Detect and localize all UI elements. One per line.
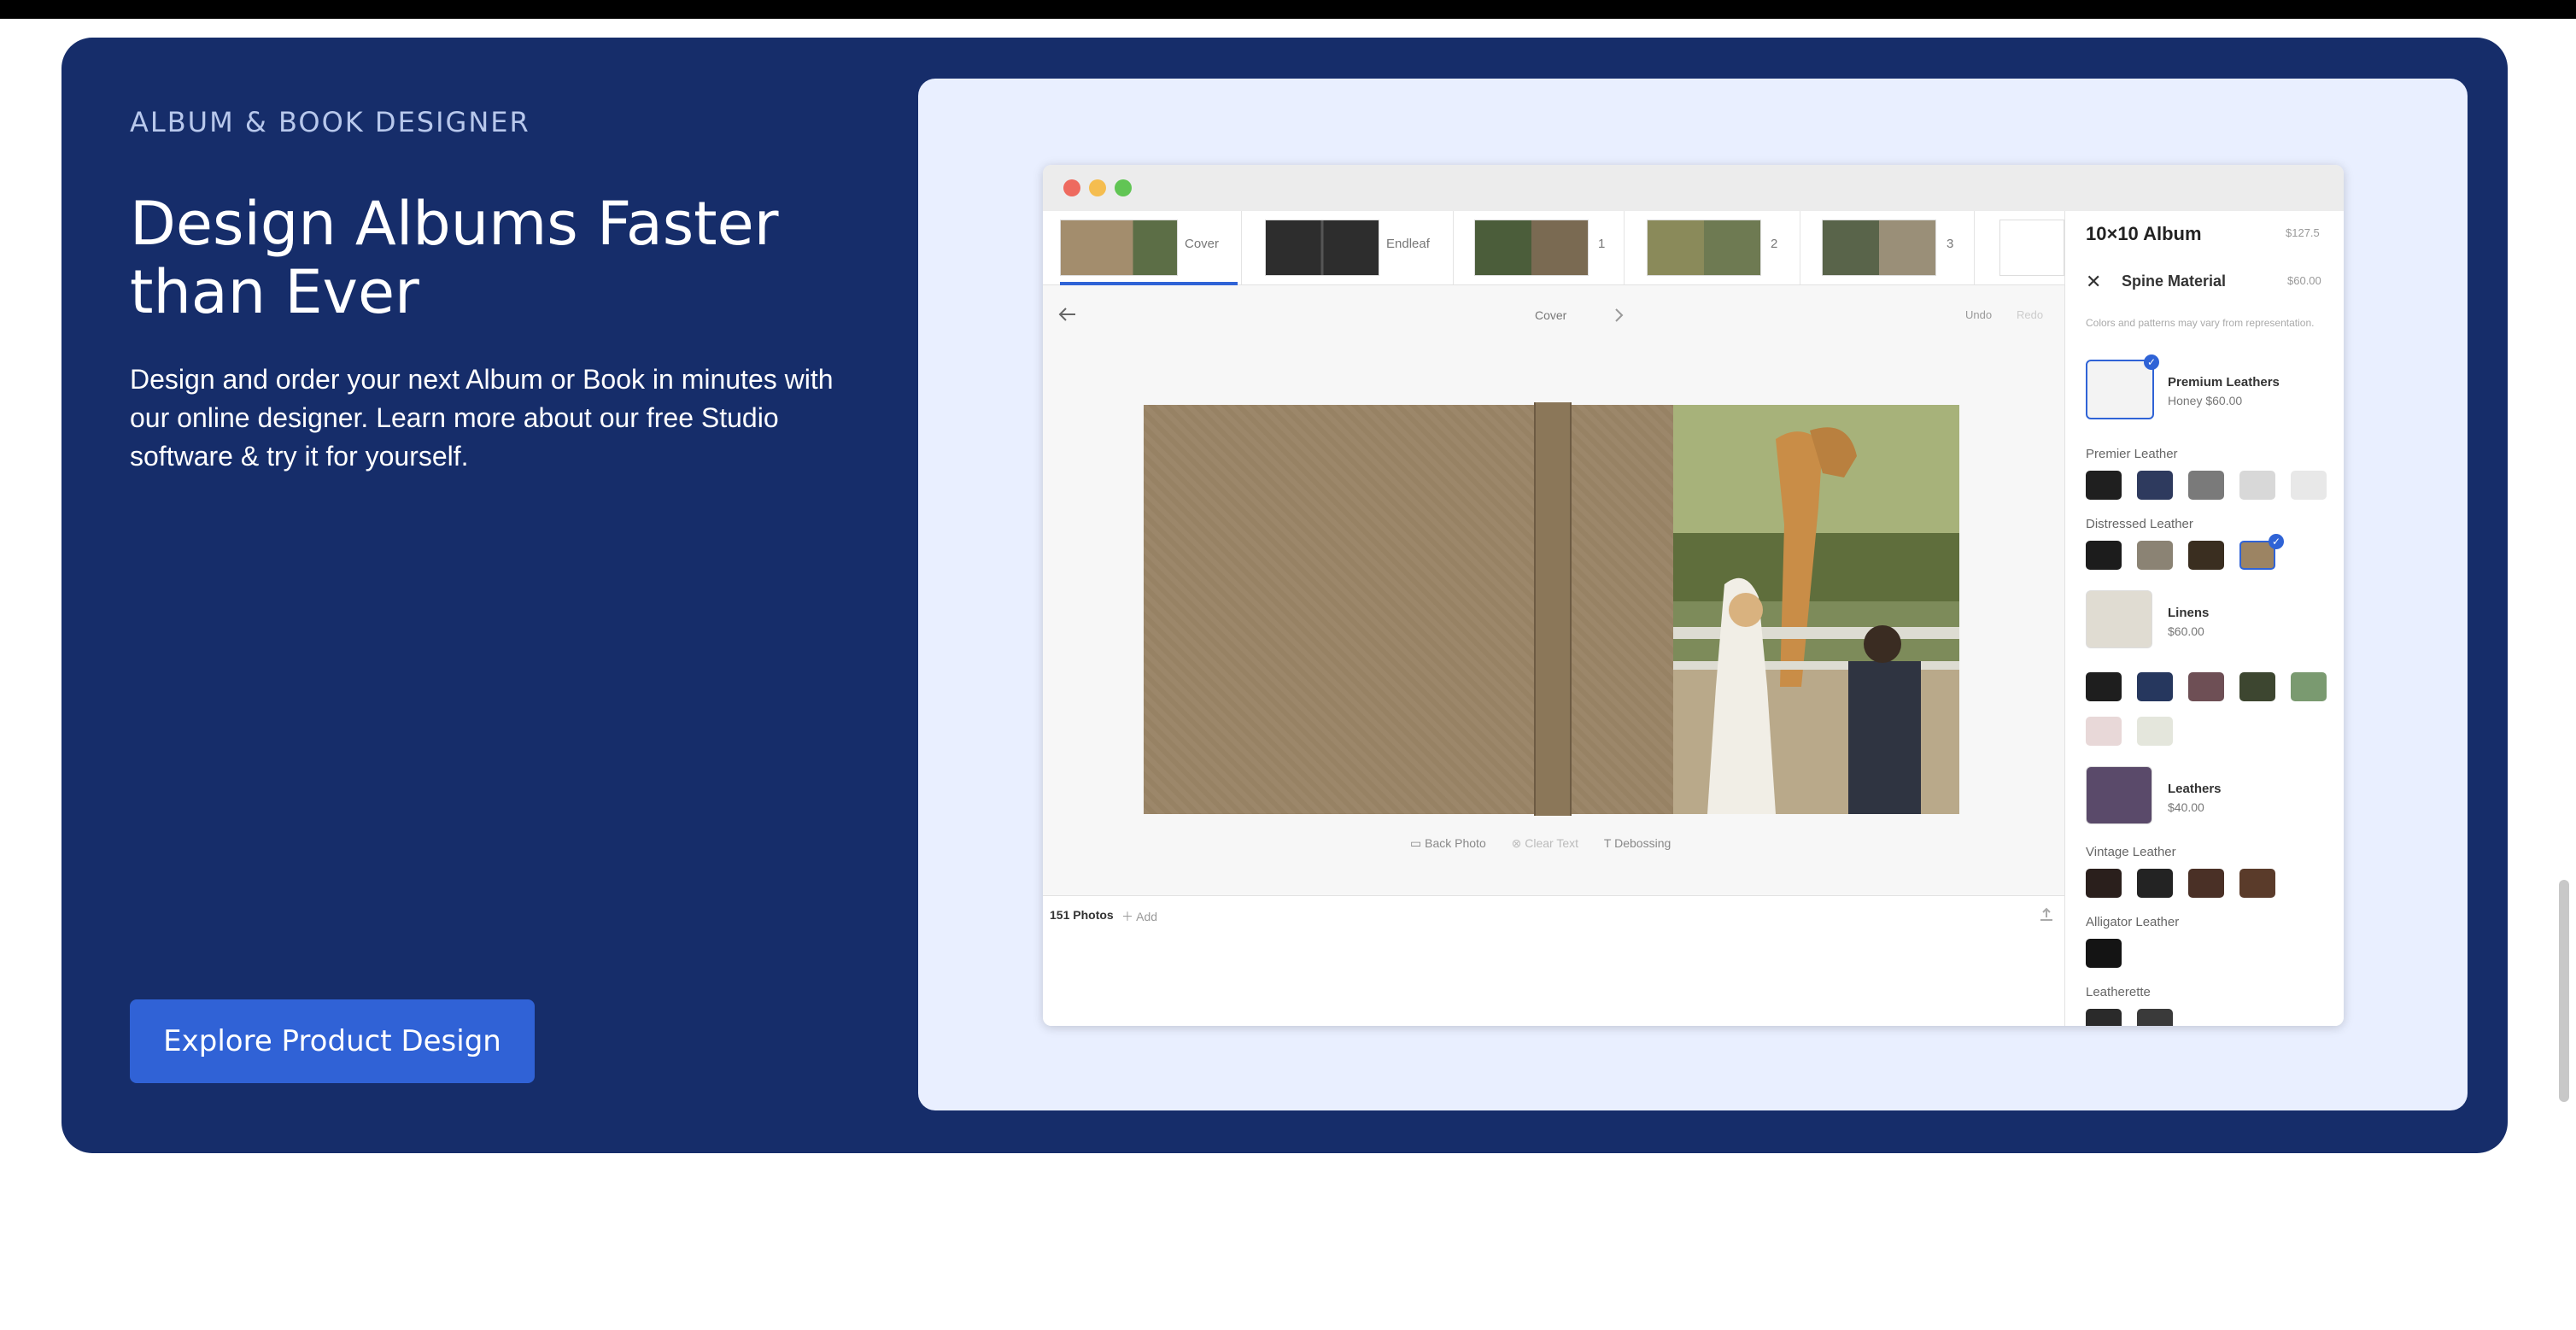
cover-photo[interactable] [1673, 405, 1959, 814]
swatch-group-label: Leatherette [2086, 985, 2151, 999]
photo-bar: 151 Photos ＋ Add [1043, 895, 2064, 1026]
material-sidebar: 10×10 Album $127.5 ✕ Spine Material $60.… [2064, 211, 2344, 1026]
page-label: Cover [1185, 237, 1220, 251]
material-detail: Honey $60.00 [2168, 394, 2243, 407]
swatch[interactable] [2137, 1009, 2173, 1026]
photo-count: 151 Photos [1050, 908, 1114, 922]
swatch[interactable] [2291, 672, 2327, 701]
material-name: Premium Leathers [2168, 375, 2280, 390]
page-label: 2 [1771, 237, 1778, 251]
page-strip: Cover Endleaf 1 2 3 [1043, 211, 2064, 285]
page-thumb-endleaf[interactable] [1265, 220, 1379, 276]
section-title: Spine Material [2122, 272, 2227, 290]
swatch[interactable] [2188, 471, 2224, 500]
premium-leathers-tile[interactable] [2086, 360, 2154, 419]
page-label: Endleaf [1386, 237, 1430, 251]
material-price: $40.00 [2168, 800, 2204, 814]
swatch-group-label: Distressed Leather [2086, 517, 2193, 531]
swatch[interactable] [2086, 471, 2122, 500]
swatch[interactable] [2137, 869, 2173, 898]
hero-description: Design and order your next Album or Book… [130, 364, 834, 472]
swatch[interactable] [2137, 717, 2173, 746]
top-bar [0, 0, 2576, 19]
clear-text-icon: ⊗ [1511, 836, 1525, 850]
back-photo-icon: ▭ [1410, 836, 1426, 850]
leathers-tile[interactable] [2086, 766, 2152, 824]
hero-title: Design Albums Faster than Ever [130, 189, 779, 327]
minimize-dot-icon[interactable] [1089, 179, 1106, 196]
swatch[interactable] [2086, 717, 2122, 746]
check-icon: ✓ [2269, 534, 2284, 549]
swatch[interactable] [2086, 869, 2122, 898]
swatch[interactable] [2137, 541, 2173, 570]
swatch[interactable] [2239, 471, 2275, 500]
swatch[interactable] [2086, 1009, 2122, 1026]
divider [1624, 211, 1625, 284]
swatch[interactable] [2291, 471, 2327, 500]
explore-product-design-button[interactable]: Explore Product Design [130, 999, 535, 1083]
swatch[interactable] [2137, 471, 2173, 500]
page-nav-row: Cover Undo Redo [1043, 284, 2064, 344]
close-icon[interactable]: ✕ [2086, 271, 2101, 293]
section-price: $60.00 [2287, 274, 2321, 287]
cover-tools: ▭ Back Photo ⊗ Clear Text T Debossing [1410, 836, 1671, 851]
chevron-right-icon[interactable] [1613, 308, 1624, 323]
product-title: 10×10 Album [2086, 223, 2202, 244]
swatch[interactable] [2086, 541, 2122, 570]
debossing-button[interactable]: Debossing [1614, 836, 1671, 850]
designer-app-window: Cover Endleaf 1 2 3 Cover Undo Redo ▭ Ba… [1043, 165, 2344, 1026]
add-photos-button[interactable]: ＋ Add [1121, 908, 1157, 925]
swatch[interactable] [2239, 672, 2275, 701]
linens-tile[interactable] [2086, 590, 2152, 648]
page-thumb-2[interactable] [1647, 220, 1761, 276]
material-name: Linens [2168, 606, 2210, 620]
page-thumb-1[interactable] [1474, 220, 1589, 276]
page-scrollbar[interactable] [2559, 880, 2569, 1102]
sort-icon[interactable] [2039, 906, 2054, 922]
swatch[interactable] [2086, 672, 2122, 701]
material-price: $60.00 [2168, 624, 2204, 638]
maximize-dot-icon[interactable] [1115, 179, 1132, 196]
undo-button[interactable]: Undo [1965, 308, 1992, 321]
section-eyebrow: ALBUM & BOOK DESIGNER [130, 106, 530, 138]
page-thumb-4[interactable] [1999, 220, 2064, 276]
swatch[interactable] [2188, 869, 2224, 898]
divider [1241, 211, 1242, 284]
clear-text-button[interactable]: Clear Text [1525, 836, 1578, 850]
page-thumb-3[interactable] [1822, 220, 1936, 276]
divider [1453, 211, 1454, 284]
swatch-group-label: Vintage Leather [2086, 845, 2176, 859]
material-name: Leathers [2168, 782, 2222, 796]
page-label: 1 [1598, 237, 1606, 251]
current-page-label: Cover [1535, 308, 1567, 322]
cover-spine[interactable] [1534, 402, 1572, 816]
check-icon: ✓ [2144, 354, 2159, 370]
swatch-group-label: Alligator Leather [2086, 915, 2180, 929]
swatch[interactable] [2239, 869, 2275, 898]
page-label: 3 [1947, 237, 1954, 251]
swatch[interactable] [2188, 541, 2224, 570]
redo-button[interactable]: Redo [2017, 308, 2043, 321]
close-dot-icon[interactable] [1063, 179, 1080, 196]
arrow-left-icon[interactable] [1058, 307, 1077, 322]
window-titlebar [1043, 165, 2344, 211]
page-thumb-cover[interactable] [1060, 220, 1178, 276]
debossing-icon: T [1603, 836, 1615, 850]
back-photo-button[interactable]: Back Photo [1425, 836, 1486, 850]
swatch[interactable] [2188, 672, 2224, 701]
product-price: $127.5 [2286, 226, 2320, 239]
swatch[interactable] [2086, 939, 2122, 968]
add-label: Add [1136, 910, 1158, 923]
swatch-group-label: Premier Leather [2086, 447, 2178, 461]
swatch[interactable] [2137, 672, 2173, 701]
divider [1974, 211, 1975, 284]
material-note: Colors and patterns may vary from repres… [2086, 317, 2315, 329]
